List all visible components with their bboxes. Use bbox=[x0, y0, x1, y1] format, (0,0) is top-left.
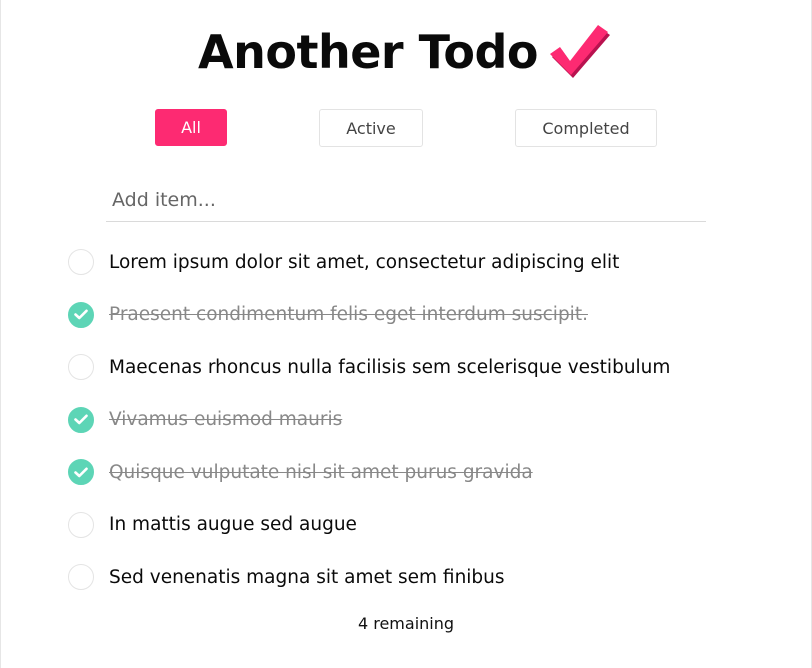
todo-item: In mattis augue sed augue bbox=[68, 499, 768, 552]
todo-item: Sed venenatis magna sit amet sem finibus bbox=[68, 551, 768, 604]
todo-item: Quisque vulputate nisl sit amet purus gr… bbox=[68, 446, 768, 499]
todo-text: Sed venenatis magna sit amet sem finibus bbox=[109, 566, 505, 588]
todo-checkbox[interactable] bbox=[68, 511, 94, 538]
todo-text: In mattis augue sed augue bbox=[109, 514, 357, 536]
todo-checkbox[interactable] bbox=[68, 301, 94, 328]
checkmark-icon bbox=[550, 25, 610, 78]
add-item-input[interactable] bbox=[106, 178, 706, 222]
todo-checkbox[interactable] bbox=[68, 564, 94, 591]
todo-item: Praesent condimentum felis eget interdum… bbox=[68, 289, 768, 342]
todo-item: Vivamus euismod mauris bbox=[68, 394, 768, 447]
filter-all-button[interactable]: All bbox=[155, 109, 227, 146]
app-title: Another Todo bbox=[198, 25, 539, 79]
filter-completed-button[interactable]: Completed bbox=[515, 109, 657, 147]
todo-checkbox[interactable] bbox=[68, 459, 94, 486]
todo-list: Lorem ipsum dolor sit amet, consectetur … bbox=[68, 236, 768, 604]
todo-text: Praesent condimentum felis eget interdum… bbox=[109, 304, 588, 326]
filter-bar: All Active Completed bbox=[0, 109, 812, 149]
todo-checkbox[interactable] bbox=[68, 249, 94, 276]
filter-active-button[interactable]: Active bbox=[319, 109, 423, 147]
check-icon bbox=[74, 414, 88, 425]
todo-text: Quisque vulputate nisl sit amet purus gr… bbox=[109, 461, 533, 483]
todo-checkbox[interactable] bbox=[68, 406, 94, 433]
window-border-left bbox=[0, 0, 1, 668]
check-icon bbox=[74, 309, 88, 320]
todo-text: Maecenas rhoncus nulla facilisis sem sce… bbox=[109, 356, 671, 378]
app-header: Another Todo bbox=[0, 22, 812, 82]
todo-item: Maecenas rhoncus nulla facilisis sem sce… bbox=[68, 341, 768, 394]
todo-checkbox[interactable] bbox=[68, 354, 94, 381]
todo-text: Vivamus euismod mauris bbox=[109, 409, 343, 431]
todo-item: Lorem ipsum dolor sit amet, consectetur … bbox=[68, 236, 768, 289]
todo-text: Lorem ipsum dolor sit amet, consectetur … bbox=[109, 251, 620, 273]
check-icon bbox=[74, 467, 88, 478]
remaining-count: 4 remaining bbox=[357, 614, 455, 633]
